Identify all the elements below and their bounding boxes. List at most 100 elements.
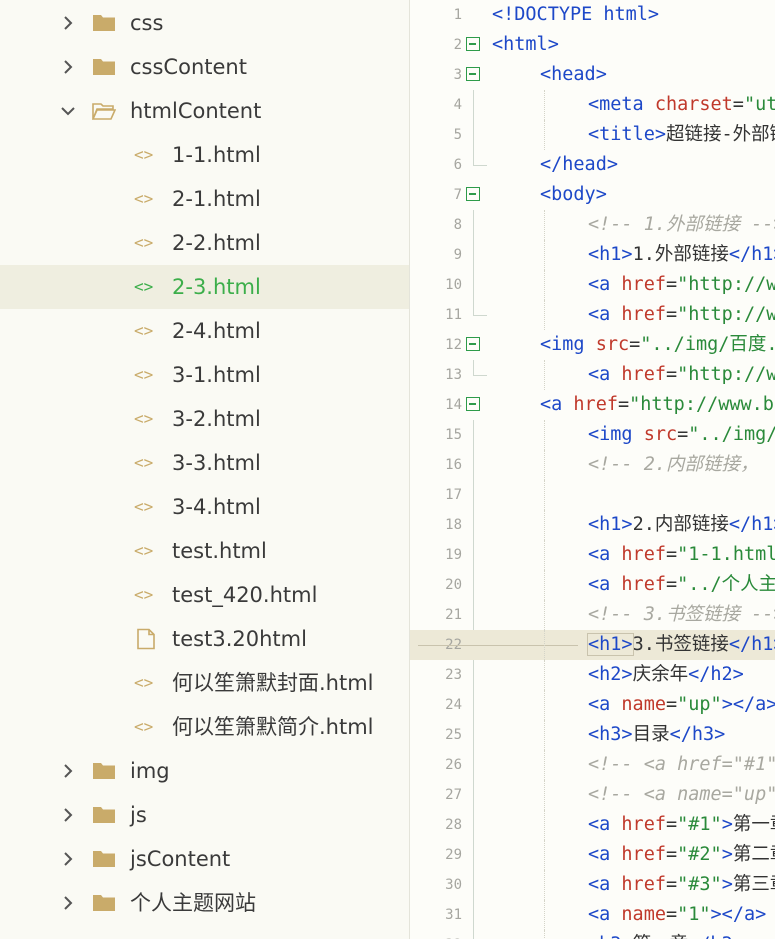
code-line[interactable]: 30 <a href="#3">第三章 [410, 870, 775, 900]
fold-end-guide [473, 360, 487, 376]
fold-toggle-icon[interactable] [466, 67, 480, 81]
code-token: <a [588, 844, 622, 865]
folder-item[interactable]: jsContent [0, 837, 409, 881]
fold-toggle-icon[interactable] [466, 187, 480, 201]
code-line[interactable]: 24 <a name="up"></a> [410, 690, 775, 720]
code-token: = [665, 904, 678, 925]
fold-toggle-icon[interactable] [466, 337, 480, 351]
code-line[interactable]: 17 [410, 480, 775, 510]
chevron-down-icon[interactable] [59, 102, 77, 120]
chevron-right-icon[interactable] [59, 58, 77, 76]
code-token: </h2> [688, 664, 744, 685]
code-line[interactable]: 18 <h1>2.内部链接</h1> [410, 510, 775, 540]
code-line[interactable]: 12 <img src="../img/百度.png" [410, 330, 775, 360]
code-line[interactable]: 10 <a href="http://www.baidu.com" [410, 270, 775, 300]
code-token: <head> [540, 64, 607, 85]
folder-item[interactable]: img [0, 749, 409, 793]
fold-guide [473, 930, 474, 939]
file-item[interactable]: <> 2-1.html [0, 177, 409, 221]
code-line[interactable]: 4 <meta charset="utf-8" [410, 90, 775, 120]
code-line[interactable]: 5 <title>超链接-外部链接 [410, 120, 775, 150]
file-item[interactable]: <> 3-1.html [0, 353, 409, 397]
code-editor[interactable]: 1 <!DOCTYPE html> 2 <html> 3 <head> 4 <meta cha… [410, 0, 775, 939]
folder-item[interactable]: js [0, 793, 409, 837]
code-line[interactable]: 32 <h3>第一章</h3> [410, 930, 775, 939]
folder-item[interactable]: cssContent [0, 45, 409, 89]
file-item[interactable]: <> 2-3.html [0, 265, 409, 309]
file-item[interactable]: <> 2-2.html [0, 221, 409, 265]
chevron-right-icon[interactable] [59, 850, 77, 868]
file-item[interactable]: <> 3-3.html [0, 441, 409, 485]
fold-toggle-icon[interactable] [466, 37, 480, 51]
code-line[interactable]: 14 <a href="http://www.baidu.com" [410, 390, 775, 420]
indent-guide [544, 570, 545, 600]
code-line[interactable]: 13 <a href="http://www.baidu.com" [410, 360, 775, 390]
code-token: href [573, 394, 618, 415]
code-line[interactable]: 23 <h2>庆余年</h2> [410, 660, 775, 690]
indent-guide [544, 510, 545, 540]
code-line[interactable]: 25 <h3>目录</h3> [410, 720, 775, 750]
code-token: href [621, 874, 666, 895]
file-item[interactable]: <> 3-2.html [0, 397, 409, 441]
file-item[interactable]: <> 何以笙箫默简介.html [0, 705, 409, 749]
file-item[interactable]: <> 3-4.html [0, 485, 409, 529]
code-line[interactable]: 15 <img src="../img/百度.png" [410, 420, 775, 450]
code-line[interactable]: 9 <h1>1.外部链接</h1> [410, 240, 775, 270]
code-line[interactable]: 26 <!-- <a href="#1"> [410, 750, 775, 780]
code-file-icon: <> [134, 145, 154, 164]
chevron-right-icon[interactable] [59, 806, 77, 824]
file-item[interactable]: test3.20html [0, 617, 409, 661]
file-item[interactable]: <> 1-1.html [0, 133, 409, 177]
code-file-icon: <> [134, 585, 154, 604]
fold-guide [473, 780, 474, 810]
code-line[interactable]: 16 <!-- 2.内部链接， [410, 450, 775, 480]
chevron-right-icon[interactable] [59, 14, 77, 32]
file-item[interactable]: <> test.html [0, 529, 409, 573]
code-token: href [621, 364, 666, 385]
code-line[interactable]: 27 <!-- <a name="up"> [410, 780, 775, 810]
folder-item[interactable]: htmlContent [0, 89, 409, 133]
file-item[interactable]: <> 何以笙箫默封面.html [0, 661, 409, 705]
code-line[interactable]: 28 <a href="#1">第一章 [410, 810, 775, 840]
code-line[interactable]: 6 </head> [410, 150, 775, 180]
code-line[interactable]: 29 <a href="#2">第二章 [410, 840, 775, 870]
code-token: <html> [492, 34, 559, 55]
code-text: <a href="1-1.html" [588, 540, 775, 570]
file-item[interactable]: <> 2-4.html [0, 309, 409, 353]
code-text: <head> [540, 60, 607, 90]
code-line[interactable]: 31 <a name="1"></a> [410, 900, 775, 930]
fold-toggle-icon[interactable] [466, 397, 480, 411]
code-line[interactable]: 22<h1>3.书签链接</h1> [410, 630, 775, 660]
line-number: 12 [445, 337, 462, 353]
code-line[interactable]: 3 <head> [410, 60, 775, 90]
code-file-icon: <> [134, 717, 154, 736]
code-line[interactable]: 1 <!DOCTYPE html> [410, 0, 775, 30]
indent-guide [544, 630, 545, 660]
code-line[interactable]: 19 <a href="1-1.html" [410, 540, 775, 570]
line-number: 7 [453, 187, 462, 203]
code-line[interactable]: 21 <!-- 3.书签链接 --> [410, 600, 775, 630]
chevron-right-icon[interactable] [59, 894, 77, 912]
fold-guide [473, 690, 474, 720]
code-file-icon: <> [134, 233, 154, 252]
indent-guide [544, 900, 545, 930]
folder-item[interactable]: 个人主题网站 [0, 881, 409, 925]
tree-item-label: 何以笙箫默封面.html [172, 671, 374, 695]
indent-guide [544, 210, 545, 240]
code-line[interactable]: 2 <html> [410, 30, 775, 60]
code-token: src [595, 334, 630, 355]
code-token: <h3> [588, 724, 633, 745]
line-number: 17 [445, 487, 462, 503]
code-line[interactable]: 20 <a href="../个人主题网站" [410, 570, 775, 600]
folder-item[interactable]: css [0, 1, 409, 45]
indent-guide [544, 660, 545, 690]
code-token: "../img/百度.png" [640, 334, 775, 355]
code-token: 目录 [632, 724, 670, 745]
file-item[interactable]: <> test_420.html [0, 573, 409, 617]
code-token: = [677, 424, 689, 445]
code-line[interactable]: 8 <!-- 1.外部链接 --> [410, 210, 775, 240]
code-line[interactable]: 11 <a href="http://www.baidu.com" [410, 300, 775, 330]
code-token: 第二章 [732, 844, 775, 865]
chevron-right-icon[interactable] [59, 762, 77, 780]
code-line[interactable]: 7 <body> [410, 180, 775, 210]
